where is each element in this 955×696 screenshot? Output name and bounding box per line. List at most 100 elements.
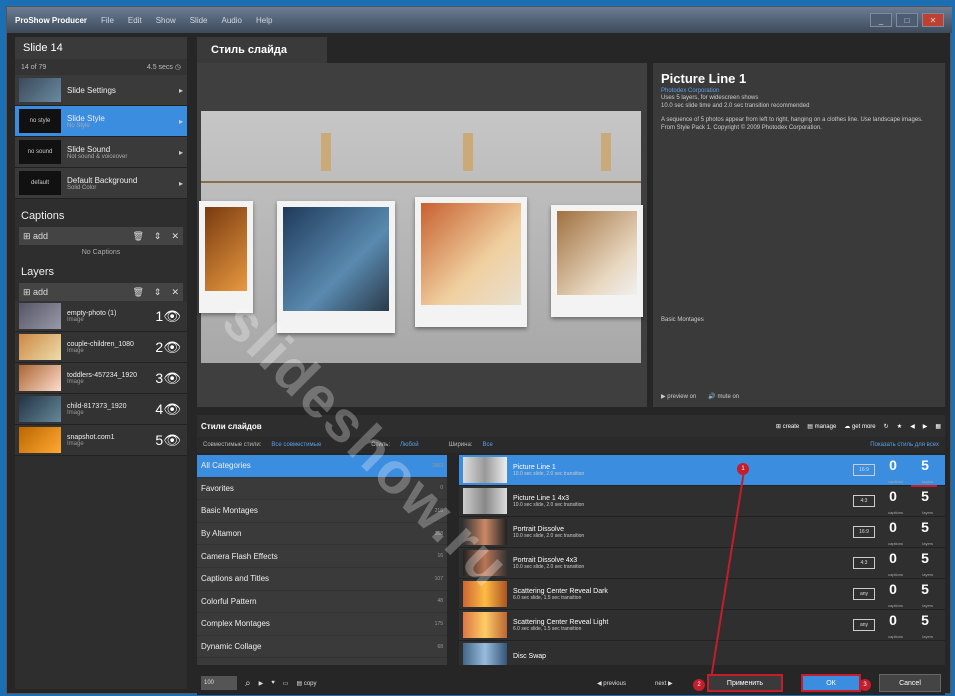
preview-toggle[interactable]: ▶ preview on xyxy=(661,393,696,400)
no-captions-text: No Captions xyxy=(81,249,121,256)
category-item[interactable]: Camera Flash Effects 16 xyxy=(197,545,447,568)
star-icon[interactable]: ★ xyxy=(897,423,902,430)
window-icon[interactable]: ▭ xyxy=(283,680,289,687)
menu-slide[interactable]: Slide xyxy=(190,16,208,25)
style-row[interactable]: Portrait Dissolve 10.0 sec slide, 2.0 sec… xyxy=(459,517,945,548)
category-item[interactable]: Dynamic Collage 68 xyxy=(197,636,447,659)
menu-show[interactable]: Show xyxy=(156,16,176,25)
aspect-filter[interactable]: Любой xyxy=(400,442,419,448)
captions-count: 0 xyxy=(889,457,897,473)
add-caption-button[interactable]: ⊞ add xyxy=(23,231,48,242)
search-icon[interactable]: ⌕ xyxy=(245,678,251,689)
prev-icon[interactable]: ◀ xyxy=(910,423,915,430)
play-icon[interactable]: ▶ xyxy=(259,680,264,687)
aspect-badge: 4:3 xyxy=(853,495,875,507)
style-category: Basic Montages xyxy=(661,317,704,323)
style-name: Scattering Center Reveal Light xyxy=(513,618,609,626)
captions-heading: Captions xyxy=(21,210,65,222)
menu-edit[interactable]: Edit xyxy=(128,16,142,25)
zoom-field[interactable]: 100 xyxy=(201,676,237,690)
style-info-panel: Picture Line 1 Photodex Corporation Uses… xyxy=(653,63,945,407)
close-icon[interactable]: ✕ xyxy=(922,13,944,27)
copy-button[interactable]: ▤ copy xyxy=(296,680,316,687)
menu-file[interactable]: File xyxy=(101,16,114,25)
tab-slide-style[interactable]: Стиль слайда xyxy=(197,37,327,63)
aspect-badge: 16:9 xyxy=(853,464,875,476)
style-row[interactable]: Portrait Dissolve 4x3 10.0 sec slide, 2.0… xyxy=(459,548,945,579)
category-item[interactable]: Captions and Titles 107 xyxy=(197,568,447,591)
captions-count: 0 xyxy=(889,519,897,535)
layer-type: Image xyxy=(67,440,84,447)
clothespin xyxy=(321,133,331,171)
mute-toggle[interactable]: 🔊 mute on xyxy=(708,393,739,400)
captions-label: captions xyxy=(888,572,903,577)
layer-item[interactable]: child-817373_1920 Image 4👁 xyxy=(15,394,187,425)
category-item[interactable]: All Categories 1063 xyxy=(197,455,447,478)
slide-style-row[interactable]: no style Slide Style No Style ▸ xyxy=(15,106,187,137)
category-item[interactable]: Complex Montages 175 xyxy=(197,613,447,636)
background-label: Default Background xyxy=(67,175,138,185)
trash-icon[interactable]: 🗑 xyxy=(132,231,143,242)
create-style-button[interactable]: ⊞ create xyxy=(776,423,799,430)
chevron-right-icon: ▸ xyxy=(178,178,183,188)
annotation-badge-1: 1 xyxy=(737,463,749,475)
layer-item[interactable]: toddlers-457234_1920 Image 3👁 xyxy=(15,363,187,394)
reorder-icon[interactable]: ⇕ xyxy=(154,231,162,242)
ok-button[interactable]: ОК xyxy=(801,674,861,692)
style-thumb xyxy=(463,488,507,514)
background-row[interactable]: default Default Background Solid Color ▸ xyxy=(15,168,187,199)
style-thumb xyxy=(463,457,507,483)
style-row[interactable]: Picture Line 1 4x3 10.0 sec slide, 2.0 se… xyxy=(459,486,945,517)
clothesline xyxy=(201,181,641,183)
next-button[interactable]: next ▶ xyxy=(655,680,673,687)
reorder-icon[interactable]: ⇕ xyxy=(154,287,162,298)
previous-button[interactable]: ◀ previous xyxy=(597,680,626,687)
style-row[interactable]: Scattering Center Reveal Light 6.0 sec sl… xyxy=(459,610,945,641)
slide-settings-row[interactable]: Slide Settings ▸ xyxy=(15,75,187,106)
layer-type: Image xyxy=(67,316,84,323)
maximize-icon[interactable]: □ xyxy=(896,13,918,27)
photo-card xyxy=(415,197,527,327)
category-item[interactable]: By Altamon 368 xyxy=(197,523,447,546)
chevron-right-icon: ▸ xyxy=(178,85,183,95)
category-item[interactable]: Basic Montages 216 xyxy=(197,500,447,523)
tools-icon[interactable]: ✕ xyxy=(171,287,179,298)
refresh-icon[interactable]: ↻ xyxy=(884,423,889,430)
layer-item[interactable]: empty-photo (1) Image 1👁 xyxy=(15,301,187,332)
layer-type: Image xyxy=(67,347,84,354)
trash-icon[interactable]: 🗑 xyxy=(132,287,143,298)
preview-image xyxy=(199,111,643,363)
annotation-badge-2: 2 xyxy=(693,679,705,691)
captions-count: 0 xyxy=(889,612,897,628)
heart-icon[interactable]: ♥ xyxy=(271,680,275,686)
menu-audio[interactable]: Audio xyxy=(222,16,242,25)
get-more-button[interactable]: ☁ get more xyxy=(844,423,875,430)
window-controls: _ □ ✕ xyxy=(870,13,944,27)
style-thumb xyxy=(463,643,507,665)
list-view-icon[interactable]: ▦ xyxy=(935,423,941,430)
show-all-link[interactable]: Показать стиль для всех xyxy=(870,442,939,448)
style-row[interactable]: Picture Line 1 10.0 sec slide, 2.0 sec tr… xyxy=(459,455,945,486)
category-item[interactable]: Favorites 0 xyxy=(197,478,447,501)
cancel-button[interactable]: Cancel xyxy=(879,674,941,692)
compat-filter[interactable]: Все совместимые xyxy=(271,442,321,448)
tools-icon[interactable]: ✕ xyxy=(171,231,179,242)
width-filter[interactable]: Все xyxy=(482,442,492,448)
next-icon[interactable]: ▶ xyxy=(923,423,928,430)
slide-subheader: 14 of 79 4.5 secs ◷ xyxy=(15,59,187,75)
apply-button[interactable]: Применить xyxy=(707,674,783,692)
add-layer-button[interactable]: ⊞ add xyxy=(23,287,48,298)
minimize-icon[interactable]: _ xyxy=(870,13,892,27)
style-row[interactable]: Scattering Center Reveal Dark 6.0 sec sli… xyxy=(459,579,945,610)
chevron-right-icon: ▸ xyxy=(178,147,183,157)
category-item[interactable]: Colorful Pattern 48 xyxy=(197,591,447,614)
captions-count: 0 xyxy=(889,488,897,504)
menu-help[interactable]: Help xyxy=(256,16,272,25)
slide-sound-row[interactable]: no sound Slide Sound Not sound & voiceove… xyxy=(15,137,187,168)
manage-styles-button[interactable]: ▤ manage xyxy=(807,423,836,430)
style-description: A sequence of 5 photos appear from left … xyxy=(661,117,923,131)
layer-item[interactable]: snapshot.com1 Image 5👁 xyxy=(15,425,187,456)
style-desc: 10.0 sec slide, 2.0 sec transition xyxy=(513,532,585,539)
layer-item[interactable]: couple-children_1080 Image 2👁 xyxy=(15,332,187,363)
style-row[interactable]: Disc Swap xyxy=(459,641,945,665)
